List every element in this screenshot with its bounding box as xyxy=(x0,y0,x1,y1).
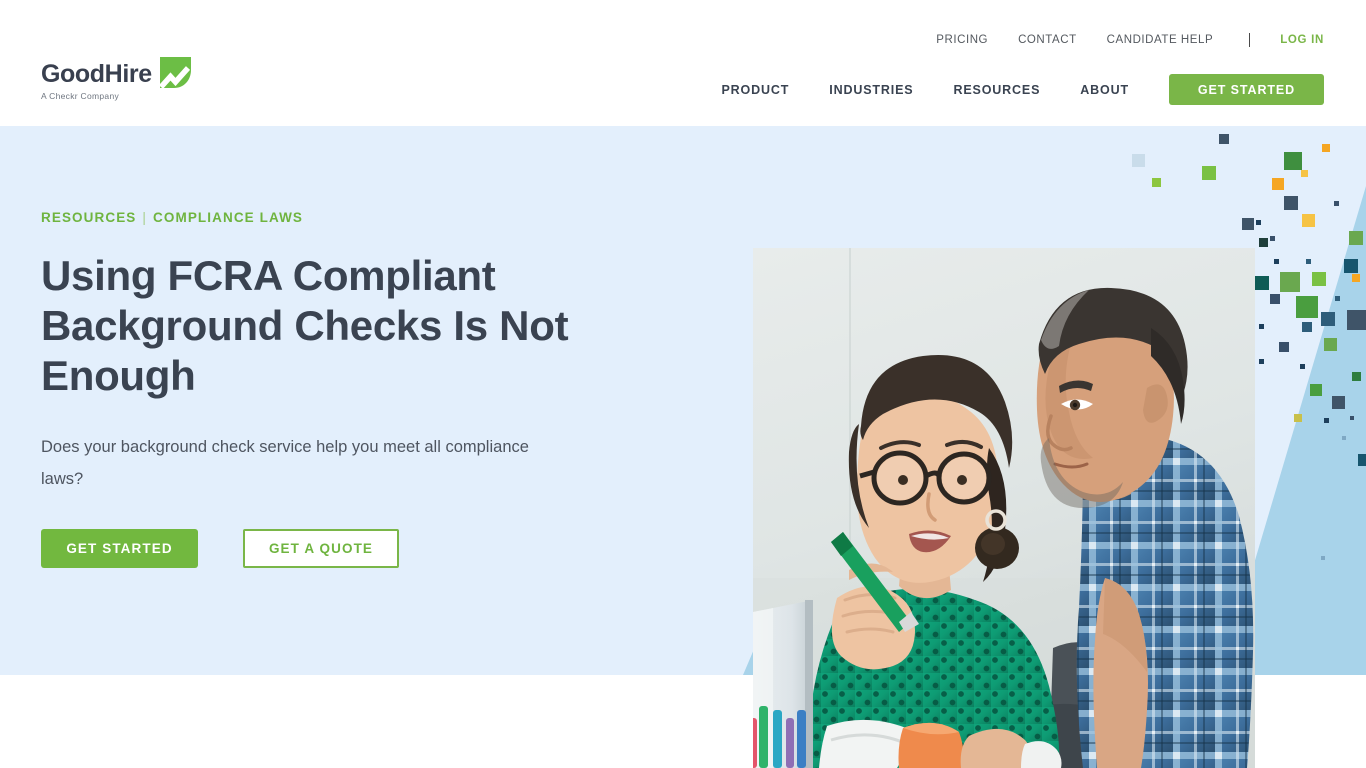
utility-nav-item-candidate-help[interactable]: CANDIDATE HELP xyxy=(1107,34,1214,46)
breadcrumb-parent[interactable]: RESOURCES xyxy=(41,210,136,225)
page-title: Using FCRA Compliant Background Checks I… xyxy=(41,252,569,399)
login-link[interactable]: LOG IN xyxy=(1280,34,1324,46)
nav-item-industries[interactable]: INDUSTRIES xyxy=(829,83,913,97)
breadcrumb-current[interactable]: COMPLIANCE LAWS xyxy=(153,210,303,225)
site-logo[interactable]: GoodHire A Checkr Company xyxy=(41,57,191,101)
breadcrumb: RESOURCES | COMPLIANCE LAWS xyxy=(41,210,701,225)
site-header: GoodHire A Checkr Company PRICING CONTAC… xyxy=(0,0,1366,126)
hero-photo xyxy=(753,248,1255,768)
utility-nav: PRICING CONTACT CANDIDATE HELP LOG IN xyxy=(936,33,1324,47)
goodhire-checkmark-icon xyxy=(159,57,191,88)
nav-item-product[interactable]: PRODUCT xyxy=(721,83,789,97)
main-nav: PRODUCT INDUSTRIES RESOURCES ABOUT GET S… xyxy=(721,74,1324,105)
utility-nav-item-pricing[interactable]: PRICING xyxy=(936,34,988,46)
logo-wordmark: GoodHire xyxy=(41,60,152,88)
utility-nav-item-contact[interactable]: CONTACT xyxy=(1018,34,1077,46)
hero-cta-group: GET STARTED GET A QUOTE xyxy=(41,529,701,569)
hero-content: RESOURCES | COMPLIANCE LAWS Using FCRA Com… xyxy=(41,210,701,569)
hero-subtitle: Does your background check service help … xyxy=(41,437,529,489)
breadcrumb-separator: | xyxy=(142,210,148,225)
header-get-started-button[interactable]: GET STARTED xyxy=(1169,74,1324,105)
hero-get-a-quote-button[interactable]: GET A QUOTE xyxy=(243,529,399,569)
logo-tagline: A Checkr Company xyxy=(41,91,120,101)
nav-item-resources[interactable]: RESOURCES xyxy=(953,83,1040,97)
logo-row: GoodHire xyxy=(41,57,191,88)
utility-nav-divider xyxy=(1249,33,1251,47)
hero-get-started-button[interactable]: GET STARTED xyxy=(41,529,198,569)
nav-item-about[interactable]: ABOUT xyxy=(1080,83,1129,97)
